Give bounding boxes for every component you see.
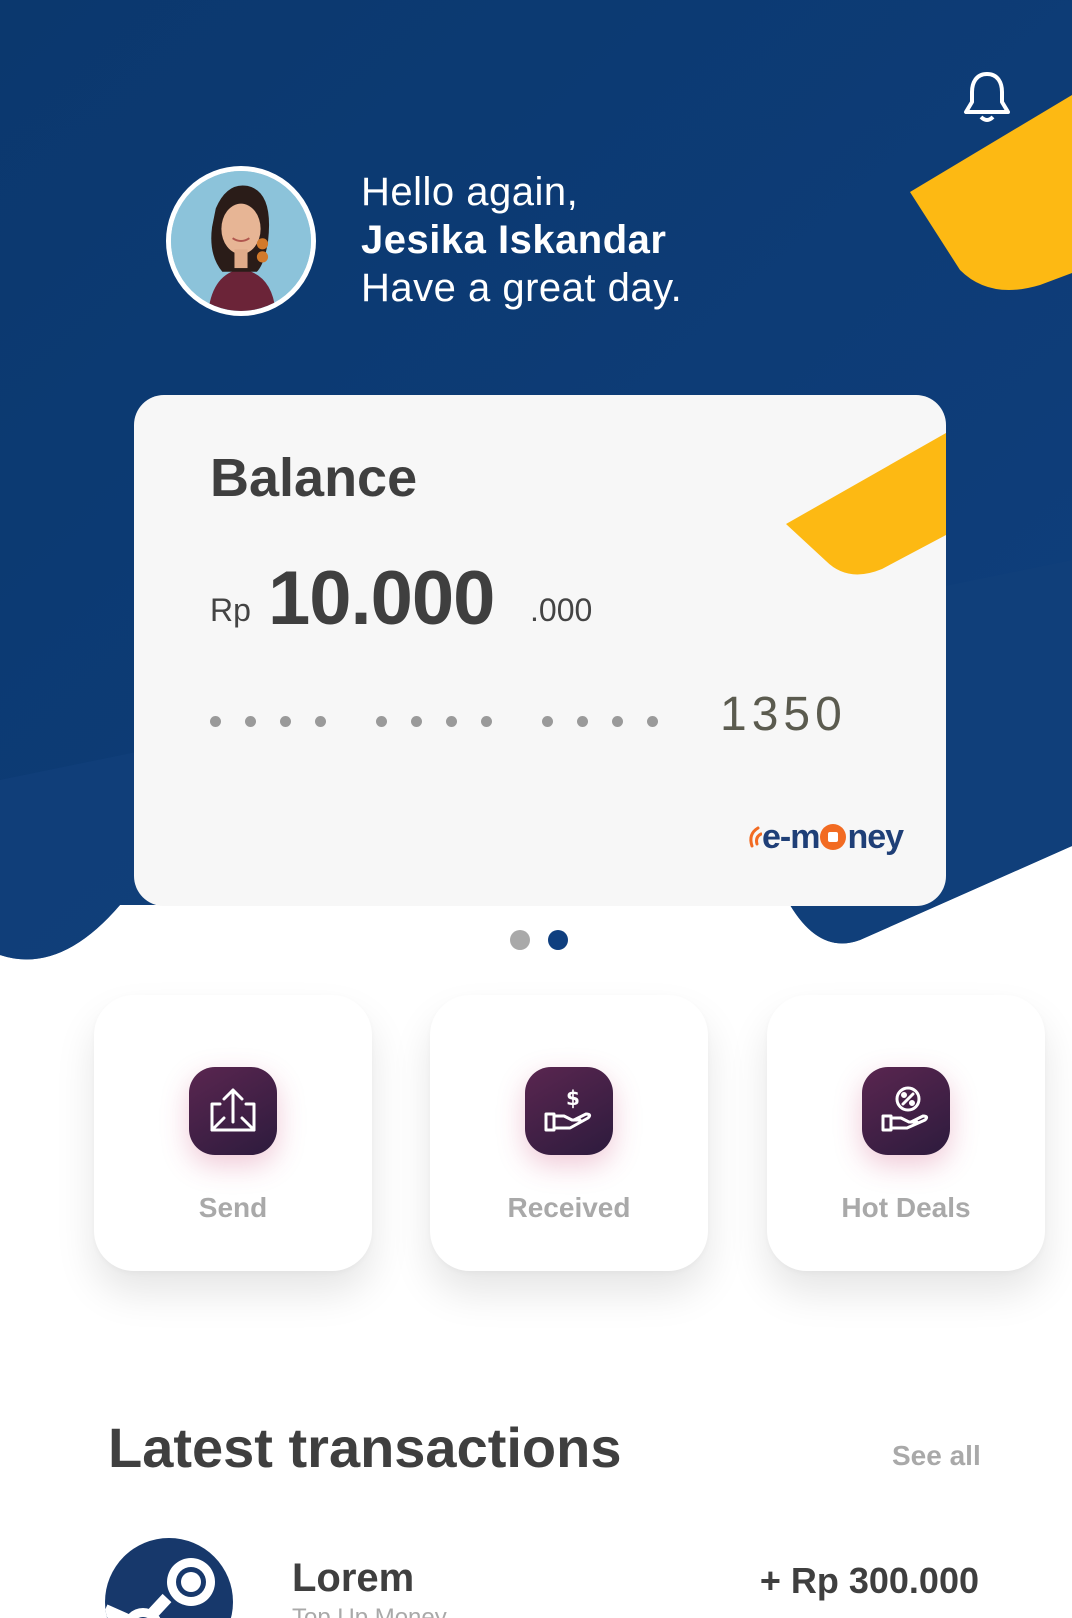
send-label: Send (198, 1192, 268, 1223)
receive-money-icon: $ (525, 1067, 613, 1155)
card-page-indicator[interactable] (510, 930, 568, 950)
transaction-amount: + Rp 300.000 (759, 1560, 979, 1601)
svg-text:$: $ (566, 1086, 580, 1110)
hot-deals-label: Hot Deals (841, 1192, 971, 1223)
brand-text-left: e-m (762, 817, 820, 856)
masked-digit-group (376, 716, 492, 727)
steam-icon (105, 1538, 233, 1618)
page-dot[interactable] (510, 930, 530, 950)
see-all-link[interactable]: See all (892, 1440, 981, 1472)
greeting: Hello again, Jesika Iskandar Have a grea… (361, 168, 682, 312)
bell-icon[interactable] (962, 70, 1012, 124)
page-dot-active[interactable] (548, 930, 568, 950)
currency-label: Rp (210, 592, 251, 628)
greeting-subline: Have a great day. (361, 266, 683, 310)
card-last-digits: 1350 (720, 688, 847, 741)
greeting-line: Hello again, (361, 170, 579, 214)
balance-card[interactable]: Balance Rp 10.000 .000 1350 e-m ney (134, 395, 946, 906)
send-button[interactable]: Send (94, 995, 372, 1271)
avatar-photo (171, 171, 311, 311)
brand-o-mark (820, 824, 847, 850)
masked-digit-group (542, 716, 658, 727)
masked-digit-group (210, 716, 326, 727)
avatar[interactable] (166, 166, 316, 316)
transaction-subtitle: Top Up Money (292, 1604, 447, 1618)
received-label: Received (507, 1192, 631, 1223)
card-accent-stripe (786, 433, 946, 575)
deal-icon (862, 1067, 950, 1155)
section-title: Latest transactions (108, 1416, 622, 1479)
transaction-name: Lorem (292, 1556, 415, 1600)
received-button[interactable]: $ Received (430, 995, 708, 1271)
brand-text-right: ney (847, 817, 904, 856)
signal-icon (749, 826, 762, 848)
masked-card-number (210, 716, 658, 727)
emoney-logo: e-m ney (744, 815, 904, 859)
balance-decimals: .000 (530, 592, 593, 628)
balance-amount: 10.000 (268, 556, 495, 641)
send-icon (189, 1067, 277, 1155)
hot-deals-button[interactable]: Hot Deals (767, 995, 1045, 1271)
user-name: Jesika Iskandar (361, 218, 667, 262)
card-title: Balance (210, 448, 418, 508)
